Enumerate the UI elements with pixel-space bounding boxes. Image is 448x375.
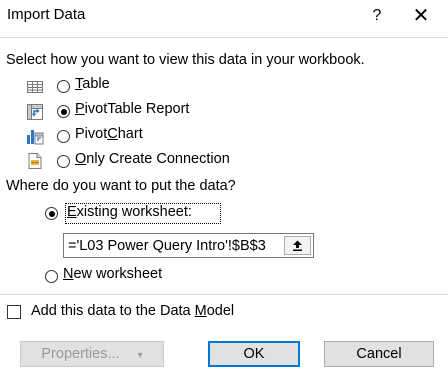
dialog-title: Import Data bbox=[7, 6, 86, 23]
data-model-label[interactable]: Add this data to the Data Model bbox=[31, 303, 234, 319]
existing-worksheet-label[interactable]: Existing worksheet: bbox=[67, 204, 192, 220]
new-worksheet-label[interactable]: New worksheet bbox=[63, 266, 162, 282]
pivottable-radio[interactable] bbox=[57, 105, 70, 118]
new-worksheet-radio[interactable] bbox=[45, 270, 58, 283]
table-radio[interactable] bbox=[57, 80, 70, 93]
cell-reference-input[interactable] bbox=[68, 236, 276, 255]
import-data-dialog: Import Data ? ✕ Select how you want to v… bbox=[0, 0, 448, 375]
properties-label: Properties... bbox=[41, 346, 120, 362]
collapse-dialog-icon bbox=[293, 240, 302, 251]
dropdown-arrow-icon: ▾ bbox=[137, 350, 143, 361]
collapse-dialog-button[interactable] bbox=[284, 236, 311, 255]
table-icon bbox=[27, 81, 43, 93]
connection-radio[interactable] bbox=[57, 155, 70, 168]
help-button[interactable]: ? bbox=[362, 2, 392, 30]
pivottable-icon bbox=[27, 104, 43, 120]
pivotchart-radio[interactable] bbox=[57, 130, 70, 143]
properties-button[interactable]: Properties... ▾ bbox=[20, 341, 164, 367]
existing-worksheet-radio[interactable] bbox=[45, 207, 58, 220]
pivotchart-option-label[interactable]: PivotChart bbox=[75, 126, 143, 142]
cell-reference-field[interactable] bbox=[63, 233, 314, 258]
section-separator bbox=[0, 294, 448, 295]
connection-icon bbox=[28, 153, 42, 169]
table-option-label[interactable]: Table bbox=[75, 76, 110, 92]
location-prompt: Where do you want to put the data? bbox=[6, 178, 236, 194]
connection-option-label[interactable]: Only Create Connection bbox=[75, 151, 230, 167]
cancel-button[interactable]: Cancel bbox=[324, 341, 434, 367]
ok-button[interactable]: OK bbox=[208, 341, 300, 367]
view-prompt: Select how you want to view this data in… bbox=[6, 52, 365, 68]
pivotchart-icon bbox=[27, 130, 44, 145]
title-separator bbox=[0, 37, 448, 38]
pivottable-option-label[interactable]: PivotTable Report bbox=[75, 101, 189, 117]
close-button[interactable]: ✕ bbox=[406, 2, 436, 30]
data-model-checkbox[interactable] bbox=[7, 305, 21, 319]
